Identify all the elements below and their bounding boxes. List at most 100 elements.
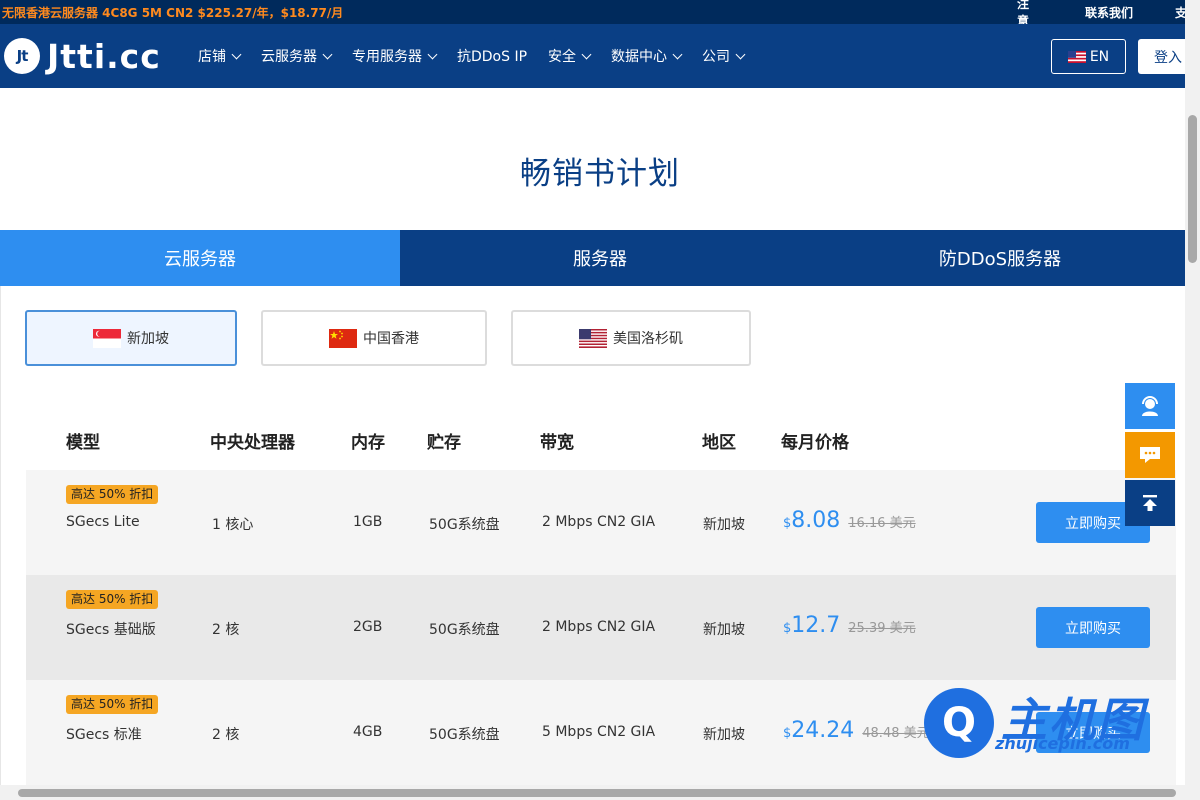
- header-cpu: 中央处理器: [210, 433, 295, 453]
- us-flag-icon: [1067, 50, 1086, 63]
- cell-bandwidth: 5 Mbps CN2 GIA: [542, 724, 656, 740]
- cell-bandwidth: 2 Mbps CN2 GIA: [542, 619, 656, 635]
- chat-icon: [1140, 447, 1160, 463]
- nav-item-datacenter[interactable]: 数据中心: [611, 46, 683, 66]
- price-currency: $: [783, 621, 792, 636]
- price-original: 48.48 美元: [862, 726, 930, 741]
- language-button[interactable]: EN: [1051, 39, 1126, 74]
- chevron-down-icon: [322, 49, 333, 59]
- vertical-scrollbar-thumb[interactable]: [1188, 115, 1197, 263]
- main-nav: Jt Jtti.cc 店铺 云服务器 专用服务器 抗DDoS IP 安全 数据中…: [0, 24, 1198, 88]
- watermark-en: zhujicepin.com: [995, 734, 1130, 753]
- nav-item-anti-ddos-ip[interactable]: 抗DDoS IP: [457, 46, 527, 66]
- nav-item-label: 专用服务器: [352, 49, 422, 65]
- price-value: 12.7: [791, 613, 841, 638]
- price-value: 8.08: [791, 508, 841, 533]
- nav-item-store[interactable]: 店铺: [198, 46, 242, 66]
- price: $ 24.24 48.48 美元: [783, 718, 930, 743]
- chevron-down-icon: [427, 49, 438, 59]
- cell-bandwidth: 2 Mbps CN2 GIA: [542, 514, 656, 530]
- header-model: 模型: [66, 433, 100, 453]
- horizontal-scrollbar-thumb[interactable]: [18, 789, 1176, 797]
- price: $ 12.7 25.39 美元: [783, 613, 916, 638]
- nav-item-cloud-server[interactable]: 云服务器: [261, 46, 333, 66]
- nav-item-label: 安全: [548, 49, 577, 65]
- price-original: 25.39 美元: [848, 621, 916, 636]
- cell-model: SGecs Lite: [66, 514, 140, 530]
- cell-cpu: 2 核: [212, 622, 240, 638]
- back-to-top-icon: [1143, 495, 1157, 511]
- chevron-down-icon: [735, 49, 746, 59]
- discount-badge: 高达 50% 折扣: [66, 485, 159, 504]
- cell-ram: 2GB: [353, 619, 383, 635]
- table-row: 高达 50% 折扣 SGecs 基础版 2 核 2GB 50G系统盘 2 Mbp…: [26, 575, 1176, 680]
- tab-ddos-server[interactable]: 防DDoS服务器: [800, 230, 1185, 286]
- chevron-down-icon: [231, 49, 242, 59]
- site-logo[interactable]: Jt Jtti.cc: [4, 36, 161, 76]
- region-hong-kong[interactable]: 中国香港: [261, 310, 487, 366]
- header-bandwidth: 带宽: [540, 433, 574, 453]
- discount-badge: 高达 50% 折扣: [66, 590, 159, 609]
- price-value: 24.24: [791, 718, 855, 743]
- cell-storage: 50G系统盘: [429, 622, 500, 638]
- cell-region: 新加坡: [703, 727, 745, 743]
- nav-item-dedicated-server[interactable]: 专用服务器: [352, 46, 438, 66]
- back-to-top-button[interactable]: [1125, 480, 1175, 526]
- cell-storage: 50G系统盘: [429, 727, 500, 743]
- us-flag-icon: [579, 328, 607, 348]
- nav-item-label: 店铺: [198, 49, 226, 65]
- cell-ram: 4GB: [353, 724, 383, 740]
- header-region: 地区: [702, 433, 736, 453]
- price: $ 8.08 16.16 美元: [783, 508, 916, 533]
- support-agent-button[interactable]: [1125, 383, 1175, 429]
- logo-text: Jtti.cc: [47, 36, 161, 76]
- nav-item-company[interactable]: 公司: [702, 46, 746, 66]
- category-tabs: 云服务器 服务器 防DDoS服务器: [0, 230, 1185, 286]
- nav-item-label: 数据中心: [611, 49, 668, 65]
- region-los-angeles[interactable]: 美国洛杉矶: [511, 310, 751, 366]
- table-header: 模型 中央处理器 内存 贮存 带宽 地区 每月价格: [26, 410, 1176, 470]
- header-ram: 内存: [351, 433, 385, 453]
- chevron-down-icon: [672, 49, 683, 59]
- watermark-mark: Q: [924, 688, 994, 758]
- promo-text[interactable]: 无限香港云服务器 4C8G 5M CN2 $225.27/年，$18.77/月: [0, 4, 343, 21]
- cell-storage: 50G系统盘: [429, 517, 500, 533]
- language-label: EN: [1089, 48, 1110, 65]
- region-label: 美国洛杉矶: [613, 331, 683, 347]
- cell-cpu: 2 核: [212, 727, 240, 743]
- table-row: 高达 50% 折扣 SGecs Lite 1 核心 1GB 50G系统盘 2 M…: [26, 470, 1176, 575]
- page-title: 畅销书计划: [520, 156, 680, 192]
- price-currency: $: [783, 726, 792, 741]
- nav-menu: 店铺 云服务器 专用服务器 抗DDoS IP 安全 数据中心 公司: [198, 24, 765, 88]
- top-promo-bar: 无限香港云服务器 4C8G 5M CN2 $225.27/年，$18.77/月 …: [0, 0, 1187, 28]
- sg-flag-icon: [93, 328, 121, 348]
- cell-cpu: 1 核心: [212, 517, 254, 533]
- cell-region: 新加坡: [703, 622, 745, 638]
- buy-now-button[interactable]: 立即购买: [1036, 607, 1150, 648]
- nav-item-security[interactable]: 安全: [548, 46, 592, 66]
- logo-mark-icon: Jt: [4, 38, 40, 74]
- top-link-contact[interactable]: 联系我们: [1085, 4, 1133, 21]
- cell-model: SGecs 基础版: [66, 622, 156, 638]
- tab-cloud-server[interactable]: 云服务器: [0, 230, 400, 286]
- tab-server[interactable]: 服务器: [400, 230, 800, 286]
- nav-item-label: 云服务器: [261, 49, 317, 65]
- price-currency: $: [783, 516, 792, 531]
- cell-model: SGecs 标准: [66, 727, 142, 743]
- nav-item-label: 公司: [702, 49, 731, 65]
- discount-badge: 高达 50% 折扣: [66, 695, 159, 714]
- chevron-down-icon: [581, 49, 592, 59]
- header-storage: 贮存: [427, 433, 461, 453]
- chat-button[interactable]: [1125, 432, 1175, 478]
- cell-ram: 1GB: [353, 514, 383, 530]
- header-monthly-price: 每月价格: [781, 433, 849, 453]
- support-agent-icon: [1142, 396, 1158, 416]
- region-label: 新加坡: [127, 331, 169, 347]
- price-original: 16.16 美元: [848, 516, 916, 531]
- cell-region: 新加坡: [703, 517, 745, 533]
- nav-item-label: 抗DDoS IP: [457, 49, 528, 65]
- region-singapore[interactable]: 新加坡: [25, 310, 237, 366]
- cn-flag-icon: [329, 328, 357, 348]
- region-label: 中国香港: [363, 331, 419, 347]
- watermark-logo: Q 主机图 zhujicepin.com: [921, 686, 1171, 758]
